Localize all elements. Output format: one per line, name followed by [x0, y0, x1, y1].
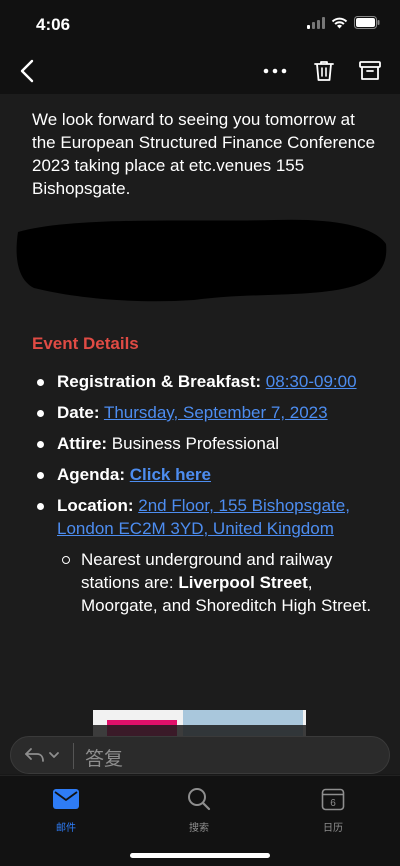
archive-icon — [359, 61, 381, 80]
archive-button[interactable] — [356, 57, 384, 85]
list-item-location: Location: 2nd Floor, 155 Bishopsgate, Lo… — [0, 494, 400, 540]
date-link[interactable]: Thursday, September 7, 2023 — [104, 403, 328, 422]
list-item-attire: Attire: Business Professional — [0, 432, 400, 455]
agenda-label: Agenda: — [57, 465, 125, 484]
event-details-heading: Event Details — [32, 334, 139, 353]
reply-options-icon[interactable] — [23, 745, 63, 765]
mail-icon — [53, 789, 79, 809]
list-item-registration: Registration & Breakfast: 08:30-09:00 — [0, 370, 400, 393]
redacted-area — [16, 219, 387, 302]
attire-label: Attire: — [57, 434, 108, 453]
list-item-date: Date: Thursday, September 7, 2023 — [0, 401, 400, 424]
more-icon — [263, 68, 287, 74]
battery-icon — [354, 16, 380, 29]
nav-bar — [0, 48, 400, 94]
reply-divider — [73, 743, 74, 769]
tab-search-label: 搜索 — [189, 823, 209, 834]
status-bar: 4:06 — [0, 0, 400, 48]
email-body[interactable]: We look forward to seeing you tomorrow a… — [0, 94, 400, 774]
event-details-list: Registration & Breakfast: 08:30-09:00 Da… — [0, 370, 400, 617]
tab-calendar-label: 日历 — [323, 823, 343, 834]
tab-bar: 邮件 搜索 6 日历 — [0, 775, 400, 866]
calendar-icon: 6 — [321, 788, 345, 811]
attire-value: Business Professional — [111, 434, 280, 453]
tab-calendar-icon-wrap: 6 — [298, 786, 368, 812]
reply-button[interactable]: 答复 — [85, 744, 123, 771]
chevron-left-icon — [20, 59, 34, 83]
wifi-icon — [331, 17, 348, 28]
sub-bullet — [62, 556, 70, 564]
trash-icon — [314, 61, 334, 81]
cellular-signal-icon — [307, 16, 325, 29]
tab-mail[interactable]: 邮件 — [31, 786, 101, 834]
status-icons — [307, 16, 380, 29]
bullet — [37, 472, 44, 479]
search-icon — [188, 788, 211, 811]
back-button[interactable] — [14, 56, 40, 86]
tab-search-icon-wrap — [164, 786, 234, 812]
bullet — [37, 503, 44, 510]
location-label: Location: — [57, 496, 134, 515]
registration-label: Registration & Breakfast: — [57, 372, 262, 391]
tab-search[interactable]: 搜索 — [164, 786, 234, 834]
bullet — [37, 379, 44, 386]
email-intro: We look forward to seeing you tomorrow a… — [32, 110, 376, 198]
home-indicator — [130, 853, 270, 858]
reply-bar[interactable]: 答复 — [10, 736, 390, 774]
tab-calendar[interactable]: 6 日历 — [298, 786, 368, 834]
more-button[interactable] — [260, 58, 290, 84]
agenda-link[interactable]: Click here — [130, 465, 211, 484]
list-item-stations: Nearest underground and railway stations… — [0, 548, 400, 617]
bullet — [37, 441, 44, 448]
delete-button[interactable] — [310, 57, 338, 85]
registration-time-link[interactable]: 08:30-09:00 — [266, 372, 357, 391]
bullet — [37, 410, 44, 417]
stations-bold: Liverpool Street — [178, 573, 308, 592]
tab-mail-label: 邮件 — [56, 823, 76, 834]
tab-mail-icon-wrap — [31, 786, 101, 812]
calendar-day: 6 — [330, 798, 336, 809]
list-item-agenda: Agenda: Click here — [0, 463, 400, 486]
date-label: Date: — [57, 403, 100, 422]
status-time: 4:06 — [36, 15, 71, 34]
